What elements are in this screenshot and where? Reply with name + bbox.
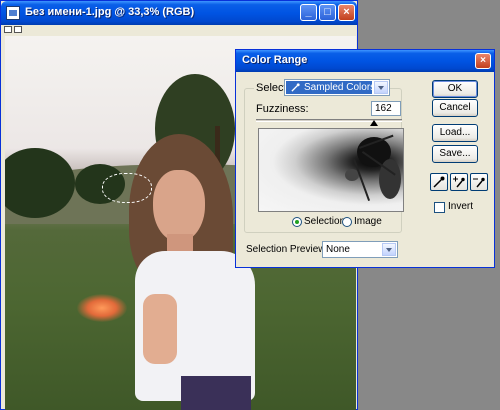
fuzziness-slider[interactable] bbox=[256, 119, 402, 122]
selection-marquee bbox=[102, 173, 152, 203]
document-subbar bbox=[1, 25, 357, 35]
invert-label: Invert bbox=[448, 201, 474, 212]
image-document-icon bbox=[6, 6, 20, 20]
color-range-dialog: Color Range × Select: Sampled Colors Fuz… bbox=[235, 49, 495, 268]
minimize-button[interactable]: _ bbox=[300, 4, 317, 21]
image-radio[interactable] bbox=[342, 217, 352, 227]
fuzziness-label: Fuzziness: bbox=[256, 103, 309, 115]
close-button[interactable]: × bbox=[338, 4, 355, 21]
fuzziness-slider-thumb[interactable] bbox=[370, 120, 379, 126]
load-button[interactable]: Load... bbox=[432, 124, 478, 142]
fuzziness-input[interactable]: 162 bbox=[371, 101, 401, 116]
photo-lens-flare bbox=[77, 294, 127, 322]
select-dropdown[interactable]: Sampled Colors bbox=[284, 79, 390, 96]
eyedropper-tool-button[interactable] bbox=[430, 173, 448, 191]
eyedropper-minus-icon bbox=[473, 177, 485, 188]
ok-button[interactable]: OK bbox=[432, 80, 478, 98]
eyedropper-plus-icon bbox=[453, 176, 465, 188]
select-value-highlight: Sampled Colors bbox=[286, 81, 376, 94]
photo-arm bbox=[143, 294, 177, 364]
eyedropper-icon bbox=[291, 83, 300, 92]
dialog-titlebar[interactable]: Color Range × bbox=[236, 50, 494, 72]
photo-face bbox=[153, 170, 205, 242]
selection-preview-value: None bbox=[326, 244, 350, 255]
subtract-from-sample-button[interactable] bbox=[470, 173, 488, 191]
view-icon[interactable] bbox=[14, 26, 22, 33]
dialog-close-button[interactable]: × bbox=[475, 53, 491, 69]
selection-radio-label: Selection bbox=[304, 216, 346, 227]
cancel-button[interactable]: Cancel bbox=[432, 99, 478, 117]
maximize-button[interactable]: □ bbox=[319, 4, 336, 21]
select-value: Sampled Colors bbox=[304, 82, 376, 93]
document-titlebar[interactable]: Без имени-1.jpg @ 33,3% (RGB) _ □ × bbox=[1, 1, 357, 25]
eyedropper-icon bbox=[433, 176, 445, 188]
photo-skirt bbox=[181, 376, 251, 410]
view-icon[interactable] bbox=[4, 26, 12, 33]
selection-preview-image[interactable] bbox=[258, 128, 404, 212]
document-title: Без имени-1.jpg @ 33,3% (RGB) bbox=[25, 6, 195, 18]
image-radio-label: Image bbox=[354, 216, 382, 227]
dialog-title: Color Range bbox=[242, 54, 308, 66]
selection-radio[interactable] bbox=[292, 217, 302, 227]
save-button[interactable]: Save... bbox=[432, 145, 478, 163]
invert-checkbox[interactable] bbox=[434, 202, 445, 213]
chevron-down-icon[interactable] bbox=[382, 243, 396, 256]
selection-preview-label: Selection Preview: bbox=[246, 244, 329, 255]
add-to-sample-button[interactable] bbox=[450, 173, 468, 191]
selection-preview-dropdown[interactable]: None bbox=[322, 241, 398, 258]
chevron-down-icon[interactable] bbox=[374, 81, 388, 94]
